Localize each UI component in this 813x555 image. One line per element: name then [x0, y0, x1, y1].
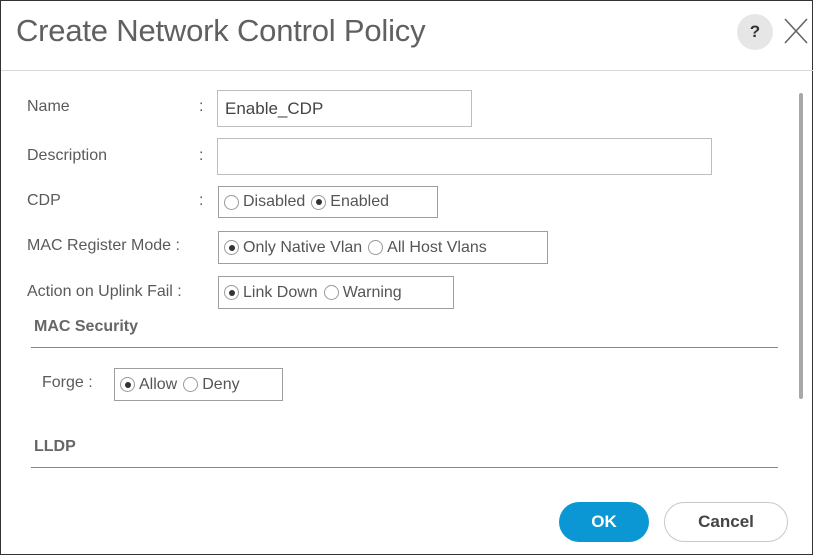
radio-label: Only Native Vlan — [243, 238, 363, 256]
forge-radio-group: Allow Deny — [114, 368, 283, 401]
radio-label: Disabled — [243, 193, 306, 210]
name-colon: : — [199, 98, 204, 115]
mac-security-divider — [31, 347, 778, 348]
mac-register-option-all-host-vlans[interactable]: All Host Vlans — [368, 239, 487, 257]
action-on-uplink-fail-label: Action on Uplink Fail : — [27, 283, 182, 300]
radio-label: Enabled — [330, 193, 389, 210]
radio-checked-icon — [224, 240, 239, 255]
action-on-uplink-fail-radio-group: Link Down Warning — [218, 276, 454, 309]
mac-register-mode-radio-group: Only Native Vlan All Host Vlans — [218, 231, 548, 264]
cdp-label: CDP — [27, 192, 61, 209]
radio-checked-icon — [120, 377, 135, 392]
radio-label: All Host Vlans — [387, 238, 487, 256]
forge-option-deny[interactable]: Deny — [183, 375, 240, 394]
cancel-button[interactable]: Cancel — [664, 502, 788, 542]
header-divider — [1, 70, 813, 71]
help-button[interactable]: ? — [737, 14, 773, 50]
vertical-scrollbar[interactable] — [799, 93, 803, 399]
lldp-heading: LLDP — [34, 438, 76, 455]
mac-security-heading: MAC Security — [34, 318, 139, 335]
lldp-divider — [31, 467, 778, 468]
radio-unchecked-icon — [323, 285, 339, 300]
help-icon: ? — [749, 22, 761, 41]
name-label: Name — [27, 98, 70, 115]
dialog-title: Create Network Control Policy — [16, 13, 426, 48]
radio-checked-icon — [224, 285, 239, 300]
cdp-colon: : — [199, 192, 204, 209]
radio-label: Allow — [139, 375, 178, 393]
radio-label: Deny — [202, 375, 240, 393]
mac-register-option-only-native-vlan[interactable]: Only Native Vlan — [224, 239, 362, 257]
radio-checked-icon — [311, 194, 327, 210]
forge-label: Forge : — [42, 374, 93, 391]
forge-option-allow[interactable]: Allow — [120, 376, 177, 394]
cdp-option-enabled[interactable]: Enabled — [311, 193, 389, 211]
radio-unchecked-icon — [183, 377, 199, 392]
description-colon: : — [199, 147, 204, 164]
description-label: Description — [27, 147, 108, 164]
close-button[interactable] — [783, 16, 809, 46]
cdp-option-disabled[interactable]: Disabled — [224, 193, 305, 211]
dialog: Create Network Control Policy ? Name : E… — [0, 0, 813, 555]
radio-unchecked-icon — [368, 240, 384, 255]
cdp-radio-group: Disabled Enabled — [218, 186, 438, 218]
name-input[interactable]: Enable_CDP — [217, 90, 472, 127]
description-input[interactable] — [217, 138, 712, 175]
radio-label: Warning — [342, 283, 402, 301]
radio-unchecked-icon — [224, 194, 239, 210]
radio-label: Link Down — [243, 283, 318, 301]
close-icon — [784, 18, 808, 44]
ok-button[interactable]: OK — [559, 502, 649, 542]
uplink-fail-option-link-down[interactable]: Link Down — [224, 284, 318, 302]
uplink-fail-option-warning[interactable]: Warning — [323, 283, 402, 302]
mac-register-mode-label: MAC Register Mode : — [27, 237, 180, 254]
